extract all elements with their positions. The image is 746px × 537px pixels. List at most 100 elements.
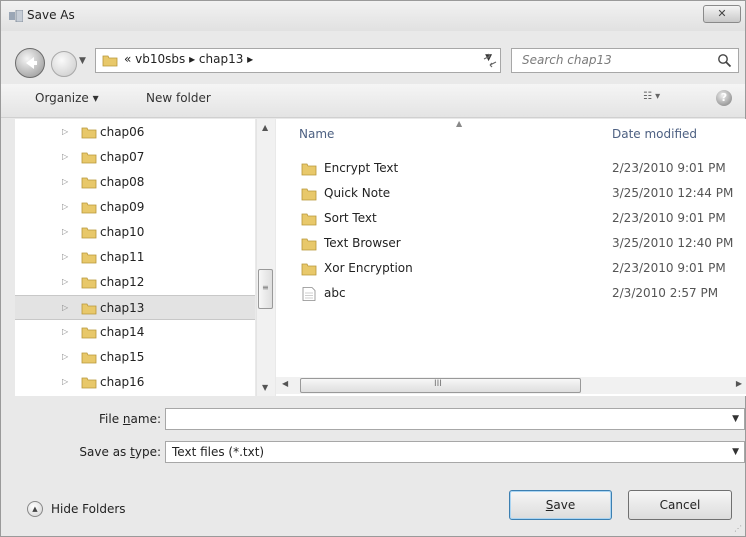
- folder-icon: [301, 213, 317, 226]
- scroll-down-icon[interactable]: ▼: [262, 383, 268, 392]
- expand-arrow-icon[interactable]: ▷: [62, 377, 68, 386]
- folder-icon: [81, 227, 97, 239]
- search-icon[interactable]: [717, 53, 732, 68]
- item-date-modified: 2/3/2010 2:57 PM: [612, 286, 719, 300]
- scroll-left-icon[interactable]: ◀: [282, 379, 288, 388]
- tree-item-chap10[interactable]: ▷ chap10: [15, 220, 255, 245]
- item-date-modified: 2/23/2010 9:01 PM: [612, 211, 726, 225]
- list-item[interactable]: Xor Encryption 2/23/2010 9:01 PM: [276, 256, 746, 281]
- file-list: ▲ Name Date modified Encrypt Text 2/23/20…: [276, 119, 746, 396]
- tree-item-chap06[interactable]: ▷ chap06: [15, 120, 255, 145]
- back-arrow-icon: [26, 57, 37, 69]
- expand-arrow-icon[interactable]: ▷: [62, 303, 68, 312]
- item-date-modified: 2/23/2010 9:01 PM: [612, 161, 726, 175]
- tree-item-chap12[interactable]: ▷ chap12: [15, 270, 255, 295]
- tree-item-chap08[interactable]: ▷ chap08: [15, 170, 255, 195]
- folder-icon: [81, 177, 97, 189]
- tree-item-label: chap06: [100, 125, 145, 139]
- item-date-modified: 3/25/2010 12:44 PM: [612, 186, 734, 200]
- search-placeholder: Search chap13: [522, 53, 612, 67]
- tree-item-label: chap11: [100, 250, 145, 264]
- expand-arrow-icon[interactable]: ▷: [62, 327, 68, 336]
- list-item[interactable]: Sort Text 2/23/2010 9:01 PM: [276, 206, 746, 231]
- address-path[interactable]: « vb10sbs ▸ chap13 ▸: [124, 52, 253, 66]
- save-as-type-dropdown-icon[interactable]: ▼: [732, 447, 739, 457]
- expand-arrow-icon[interactable]: ▷: [62, 277, 68, 286]
- tree-item-chap15[interactable]: ▷ chap15: [15, 345, 255, 370]
- help-icon[interactable]: ?: [716, 90, 732, 106]
- item-name: Encrypt Text: [324, 161, 399, 175]
- folder-icon: [81, 202, 97, 214]
- list-item[interactable]: abc 2/3/2010 2:57 PM: [276, 281, 746, 306]
- item-name: Quick Note: [324, 186, 391, 200]
- organize-menu[interactable]: Organize ▾: [35, 91, 99, 105]
- tree-item-chap09[interactable]: ▷ chap09: [15, 195, 255, 220]
- horizontal-scroll-thumb[interactable]: III: [300, 378, 581, 393]
- item-date-modified: 2/23/2010 9:01 PM: [612, 261, 726, 275]
- folder-icon: [81, 252, 97, 264]
- scroll-right-icon[interactable]: ▶: [736, 379, 742, 388]
- scroll-up-icon[interactable]: ▲: [262, 123, 268, 132]
- address-bar[interactable]: « vb10sbs ▸ chap13 ▸ ▼: [95, 48, 501, 73]
- navigation-scrollbar[interactable]: ▲ ≡ ▼: [256, 119, 275, 396]
- new-folder-button[interactable]: New folder: [146, 91, 211, 105]
- column-header-name[interactable]: Name: [299, 127, 334, 141]
- title-bar: Save As ✕: [1, 1, 745, 31]
- list-item[interactable]: Encrypt Text 2/23/2010 9:01 PM: [276, 156, 746, 181]
- tree-item-chap11[interactable]: ▷ chap11: [15, 245, 255, 270]
- expand-arrow-icon[interactable]: ▷: [62, 202, 68, 211]
- file-name-field[interactable]: ▼: [165, 408, 745, 430]
- close-button[interactable]: ✕: [703, 5, 741, 23]
- text-file-icon: [302, 287, 316, 301]
- tree-item-label: chap07: [100, 150, 145, 164]
- expand-arrow-icon[interactable]: ▷: [62, 177, 68, 186]
- expand-arrow-icon[interactable]: ▷: [62, 152, 68, 161]
- tree-item-chap16[interactable]: ▷ chap16: [15, 370, 255, 395]
- save-as-dialog: Save As ✕ ▼ « vb10sbs ▸ chap13 ▸ ▼ Searc…: [0, 0, 746, 537]
- expand-arrow-icon[interactable]: ▷: [62, 352, 68, 361]
- tree-item-label: chap09: [100, 200, 145, 214]
- resize-grip-icon[interactable]: ⋰: [734, 524, 742, 533]
- save-as-type-label: Save as type:: [79, 445, 161, 459]
- window-title: Save As: [27, 8, 75, 22]
- folder-icon: [81, 277, 97, 289]
- save-as-type-value: Text files (*.txt): [172, 445, 265, 459]
- view-options-button[interactable]: ☷ ▾: [643, 91, 673, 107]
- item-name: abc: [324, 286, 346, 300]
- scroll-thumb[interactable]: ≡: [258, 269, 273, 309]
- folder-icon: [301, 163, 317, 176]
- history-dropdown-icon[interactable]: ▼: [79, 56, 91, 70]
- cancel-button[interactable]: Cancel: [628, 490, 732, 520]
- tree-item-label: chap12: [100, 275, 145, 289]
- list-item[interactable]: Quick Note 3/25/2010 12:44 PM: [276, 181, 746, 206]
- forward-button[interactable]: [51, 51, 77, 77]
- command-toolbar: [1, 84, 745, 118]
- tree-item-label: chap16: [100, 375, 145, 389]
- list-item[interactable]: Text Browser 3/25/2010 12:40 PM: [276, 231, 746, 256]
- folder-icon: [301, 188, 317, 201]
- expand-arrow-icon[interactable]: ▷: [62, 127, 68, 136]
- column-header-date-modified[interactable]: Date modified: [612, 127, 697, 141]
- refresh-icon: [483, 53, 497, 68]
- file-name-dropdown-icon[interactable]: ▼: [732, 414, 739, 424]
- tree-item-chap13[interactable]: ▷ chap13: [15, 295, 255, 320]
- back-button[interactable]: [15, 48, 45, 78]
- scroll-grip: III: [434, 379, 442, 389]
- expand-arrow-icon[interactable]: ▷: [62, 252, 68, 261]
- search-input[interactable]: Search chap13: [511, 48, 739, 73]
- folder-icon: [301, 238, 317, 251]
- scroll-grip-icon: ≡: [262, 283, 269, 292]
- refresh-button[interactable]: [475, 48, 505, 73]
- tree-item-label: chap08: [100, 175, 145, 189]
- folder-icon: [81, 327, 97, 339]
- file-list-scrollbar[interactable]: ◀ III ▶: [276, 377, 746, 394]
- save-button[interactable]: Save: [509, 490, 612, 520]
- folder-icon: [81, 377, 97, 389]
- tree-item-chap07[interactable]: ▷ chap07: [15, 145, 255, 170]
- file-name-label: File name:: [99, 412, 161, 426]
- expand-arrow-icon[interactable]: ▷: [62, 227, 68, 236]
- save-as-type-select[interactable]: Text files (*.txt) ▼: [165, 441, 745, 463]
- tree-item-chap14[interactable]: ▷ chap14: [15, 320, 255, 345]
- tree-item-label: chap15: [100, 350, 145, 364]
- window-icon: [9, 10, 23, 22]
